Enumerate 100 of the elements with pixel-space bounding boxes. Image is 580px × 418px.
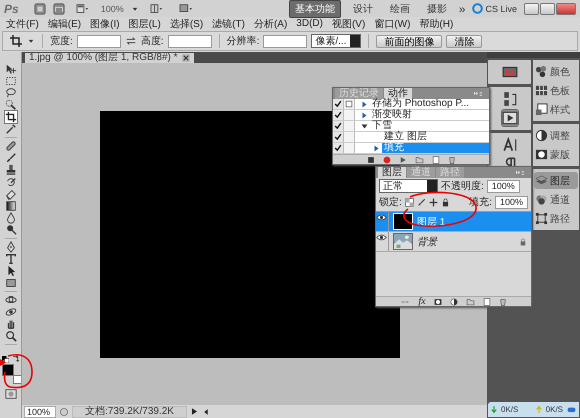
action-item[interactable]: 建立 图层: [382, 132, 429, 142]
triangle-icon[interactable]: [361, 112, 368, 118]
fx-button[interactable]: fx: [418, 297, 426, 306]
mask-icon[interactable]: [434, 298, 442, 306]
gradient-icon[interactable]: [4, 200, 16, 212]
lock-transparent-icon[interactable]: [404, 198, 414, 206]
menu-item[interactable]: 分析(A): [254, 16, 288, 30]
dialog-toggle[interactable]: [344, 132, 355, 142]
quick-select-icon[interactable]: [4, 99, 16, 111]
menu-item[interactable]: 3D(D): [296, 18, 323, 29]
check-toggle[interactable]: [333, 143, 344, 153]
lock-icon[interactable]: [440, 198, 450, 206]
panel-tab[interactable]: 图层: [378, 167, 406, 178]
scroll-left-icon[interactable]: [202, 408, 210, 416]
rectangle-icon[interactable]: [4, 277, 16, 289]
height-field[interactable]: [168, 34, 212, 48]
blend-mode-dropdown[interactable]: 正常: [379, 179, 438, 193]
panel-tab[interactable]: 动作: [384, 88, 412, 99]
action-item[interactable]: 渐变映射: [370, 110, 414, 120]
character-icon[interactable]: [502, 137, 518, 153]
zoom-field[interactable]: 100%: [24, 406, 56, 418]
menu-item[interactable]: 图像(I): [90, 16, 120, 30]
check-toggle[interactable]: [333, 99, 344, 109]
dock-panel-button[interactable]: 色板: [534, 82, 578, 99]
swap-colors-icon[interactable]: [12, 355, 20, 363]
mini-bridge-icon[interactable]: [52, 2, 65, 14]
marquee-icon[interactable]: [4, 75, 16, 87]
dock-panel-button[interactable]: 颜色: [534, 63, 578, 80]
play-icon[interactable]: [190, 407, 199, 416]
crop-icon[interactable]: [4, 111, 16, 123]
visibility-toggle[interactable]: [376, 232, 389, 251]
crop-icon[interactable]: [9, 34, 23, 48]
pen-icon[interactable]: [4, 241, 16, 253]
clear-button[interactable]: 清除: [446, 34, 482, 48]
triangle-icon[interactable]: [361, 100, 368, 108]
workspace-button[interactable]: 设计: [348, 0, 378, 16]
quick-mask-icon[interactable]: [4, 388, 18, 400]
close-button[interactable]: [556, 2, 576, 14]
new-layer-icon[interactable]: [482, 298, 491, 306]
drop-icon[interactable]: [4, 212, 16, 224]
zoom-level[interactable]: 100%: [100, 4, 124, 14]
menu-item[interactable]: 文件(F): [6, 16, 39, 30]
dock-panel-button[interactable]: 图层: [534, 172, 578, 189]
restore-button[interactable]: [540, 2, 555, 14]
lasso-icon[interactable]: [4, 87, 16, 99]
swap-icon[interactable]: [124, 35, 137, 47]
stop-icon[interactable]: [366, 156, 374, 164]
width-field[interactable]: [76, 34, 121, 48]
zoom-icon[interactable]: [4, 330, 16, 342]
brush-icon[interactable]: [4, 152, 16, 164]
lock-move-icon[interactable]: [428, 198, 438, 206]
check-toggle[interactable]: [333, 132, 344, 142]
eraser-icon[interactable]: [4, 188, 16, 200]
dodge-icon[interactable]: [4, 224, 16, 236]
dock-panel-button[interactable]: 样式: [534, 101, 578, 118]
record-icon[interactable]: [382, 156, 390, 164]
bridge-icon[interactable]: [34, 2, 46, 14]
dock-panel-button[interactable]: 蒙版: [534, 146, 578, 163]
layer-row[interactable]: 背景: [376, 232, 531, 252]
dialog-toggle[interactable]: [344, 110, 355, 120]
triangle-icon[interactable]: [373, 144, 380, 152]
stamp-icon[interactable]: [4, 164, 16, 176]
orbit-icon[interactable]: [4, 306, 16, 318]
triangle-icon[interactable]: [361, 122, 368, 130]
menu-item[interactable]: 视图(V): [332, 16, 366, 30]
history-brush-icon[interactable]: [4, 176, 16, 188]
close-icon[interactable]: [182, 54, 190, 62]
opacity-field[interactable]: 100%: [486, 180, 520, 192]
eyedropper-icon[interactable]: [4, 123, 16, 135]
menu-item[interactable]: 图层(L): [128, 16, 161, 30]
menu-item[interactable]: 滤镜(T): [212, 16, 245, 30]
unit-dropdown[interactable]: 像素/...: [311, 34, 362, 48]
dock-panel-button[interactable]: 调整: [534, 127, 578, 144]
navigator-icon[interactable]: [502, 64, 518, 80]
type-icon[interactable]: [4, 253, 16, 265]
workspace-button[interactable]: 摄影: [422, 0, 452, 16]
minimize-button[interactable]: [524, 2, 539, 14]
foreground-color-swatch[interactable]: [2, 364, 14, 376]
visibility-toggle[interactable]: [376, 212, 389, 231]
menu-item[interactable]: 窗口(W): [374, 16, 410, 30]
menu-item[interactable]: 帮助(H): [419, 16, 454, 30]
new-icon[interactable]: [432, 156, 440, 164]
dialog-toggle[interactable]: [344, 99, 355, 109]
front-image-button[interactable]: 前面的图像: [376, 34, 442, 48]
action-item[interactable]: 存储为 Photoshop P...: [370, 99, 472, 109]
fill-field[interactable]: 100%: [494, 196, 528, 208]
dialog-toggle[interactable]: [344, 121, 355, 131]
history-icon[interactable]: [502, 91, 518, 107]
rotate-icon[interactable]: [4, 294, 16, 306]
workspace-button[interactable]: 绘画: [384, 0, 415, 16]
more-workspaces-button[interactable]: »: [458, 2, 466, 16]
check-toggle[interactable]: [333, 110, 344, 120]
action-item[interactable]: 下雪: [370, 121, 394, 131]
dialog-toggle[interactable]: [344, 143, 355, 153]
move-icon[interactable]: [4, 63, 16, 75]
adjustment-icon[interactable]: [450, 298, 458, 306]
dock-panel-button[interactable]: 通道: [534, 191, 578, 208]
bandage-icon[interactable]: [4, 140, 16, 152]
play-icon[interactable]: [502, 110, 518, 126]
menu-item[interactable]: 选择(S): [170, 16, 204, 30]
